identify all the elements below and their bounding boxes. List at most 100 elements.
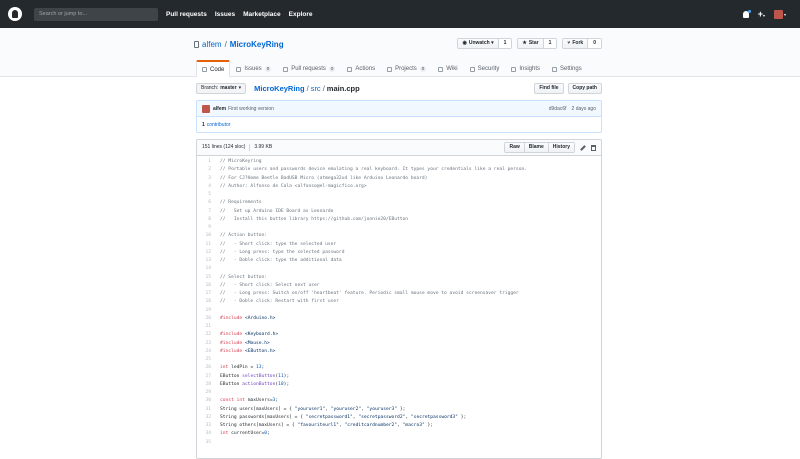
line-number[interactable]: 31 [197,406,215,414]
code-line: 14 [197,265,601,273]
branch-selector[interactable]: Branch: master ▾ [196,82,247,94]
code-line-text: // Author: Alfonso de Cala <alfonso@el-m… [220,183,367,189]
nav-issues[interactable]: Issues [215,11,235,18]
line-number[interactable]: 16 [197,282,215,290]
tab-security[interactable]: Security [464,60,506,77]
code-line: 1 // MicroKeyring [197,158,601,166]
line-number[interactable]: 5 [197,191,215,199]
line-number[interactable]: 28 [197,381,215,389]
tab-issues[interactable]: Issues 0 [230,60,277,77]
notifications-bell-icon[interactable] [742,9,751,18]
avatar[interactable] [202,104,210,113]
watch-button[interactable]: ◉ Unwatch ▾ [458,39,499,48]
line-number[interactable]: 21 [197,323,215,331]
line-number[interactable]: 4 [197,183,215,191]
line-number[interactable]: 10 [197,232,215,240]
code-line: 19 [197,307,601,315]
line-number[interactable]: 1 [197,158,215,166]
line-number[interactable]: 3 [197,175,215,183]
tab-counter: 0 [264,66,272,72]
line-number[interactable]: 9 [197,224,215,232]
tab-label: Code [210,66,225,73]
line-number[interactable]: 11 [197,241,215,249]
star-button[interactable]: ★ Star [518,39,544,48]
code-line: 23 #include <Mouse.h> [197,340,601,348]
commit-message[interactable]: First working version [228,106,274,112]
tab-counter: 0 [419,66,427,72]
line-number[interactable]: 24 [197,348,215,356]
line-number[interactable]: 8 [197,216,215,224]
trash-icon[interactable] [591,144,596,151]
star-label: Star [528,40,539,46]
history-button[interactable]: History [548,143,574,152]
repo-owner-link[interactable]: alfem [202,40,222,49]
line-number[interactable]: 18 [197,298,215,306]
code-line-text: #include <Mouse.h> [220,340,270,346]
create-new-menu[interactable]: +▾ [758,9,765,19]
repo-name-link[interactable]: MicroKeyRing [230,40,284,49]
tab-insights[interactable]: Insights [505,60,546,77]
tab-wiki[interactable]: Wiki [432,60,463,77]
commit-author[interactable]: alfem [213,106,226,112]
tab-projects[interactable]: Projects 0 [381,60,432,77]
fork-count[interactable]: 0 [588,39,601,48]
find-file-button[interactable]: Find file [534,82,564,94]
nav-explore[interactable]: Explore [289,11,313,18]
pencil-icon[interactable] [580,144,586,151]
line-number[interactable]: 19 [197,307,215,315]
line-number[interactable]: 17 [197,290,215,298]
line-number[interactable]: 22 [197,331,215,339]
nav-marketplace[interactable]: Marketplace [243,11,281,18]
raw-button[interactable]: Raw [505,143,525,152]
tab-pull-requests[interactable]: Pull requests 0 [277,60,341,77]
commit-sha[interactable]: d9dac6f [549,106,567,112]
branch-name: master [220,85,237,91]
github-logo-icon[interactable] [8,7,22,21]
breadcrumb-file: main.cpp [326,83,360,93]
line-number[interactable]: 15 [197,274,215,282]
code-line-text: // Requirements [220,200,262,206]
line-number[interactable]: 32 [197,414,215,422]
tab-code[interactable]: Code [196,60,231,77]
copy-path-button[interactable]: Copy path [567,82,602,94]
code-line: 26 int ledPin = 13; [197,364,601,372]
line-number[interactable]: 29 [197,389,215,397]
user-menu[interactable]: ▾ [773,9,786,19]
tab-settings[interactable]: Settings [546,60,588,77]
code-line-text: // Set up Arduino IDE Board as Leonardo [220,208,334,214]
star-count[interactable]: 1 [543,39,557,48]
line-number[interactable]: 23 [197,340,215,348]
commit-time: 2 days ago [571,105,596,112]
line-number[interactable]: 14 [197,265,215,273]
contributors-link[interactable]: 1 contributor [197,117,601,133]
fork-button[interactable]: ⑂ Fork [563,39,589,48]
line-number[interactable]: 6 [197,199,215,207]
line-number[interactable]: 25 [197,356,215,364]
line-number[interactable]: 7 [197,208,215,216]
nav-pull-requests[interactable]: Pull requests [166,11,207,18]
line-number[interactable]: 2 [197,166,215,174]
line-number[interactable]: 20 [197,315,215,323]
file-lines: 151 lines (124 sloc) [202,144,246,150]
line-number[interactable]: 35 [197,439,215,447]
code-icon [202,67,207,72]
repo-header: alfem / MicroKeyRing ◉ Unwatch ▾ 1 ★ Star … [0,28,800,77]
line-number[interactable]: 13 [197,257,215,265]
breadcrumb-dir[interactable]: src [311,84,321,93]
code-line: 20 #include <Arduino.h> [197,315,601,323]
line-number[interactable]: 34 [197,430,215,438]
line-number[interactable]: 33 [197,422,215,430]
line-number[interactable]: 12 [197,249,215,257]
breadcrumb-root[interactable]: MicroKeyRing [254,84,304,93]
tab-actions[interactable]: Actions [341,60,381,77]
line-number[interactable]: 26 [197,364,215,372]
code-line: 25 [197,356,601,364]
watch-count[interactable]: 1 [498,39,512,48]
search-input[interactable]: Search or jump to... [34,7,158,21]
line-number[interactable]: 30 [197,397,215,405]
blame-button[interactable]: Blame [524,143,549,152]
line-number[interactable]: 27 [197,373,215,381]
